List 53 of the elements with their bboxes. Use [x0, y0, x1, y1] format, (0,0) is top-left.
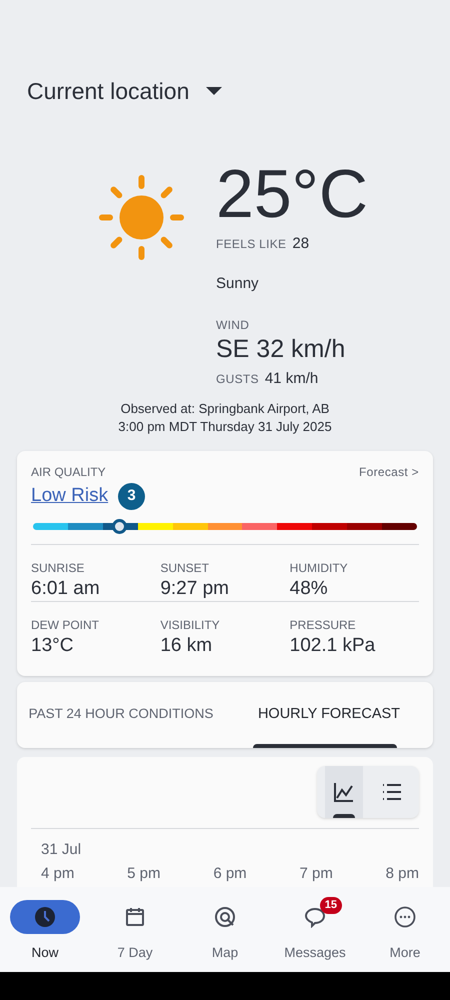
chart-view-button[interactable] [325, 766, 363, 818]
detail-value: 16 km [160, 634, 214, 658]
nav-label[interactable]: Map [212, 943, 238, 964]
wind-value: SE 32 km/h [216, 334, 346, 364]
hour-label: 6 pm [213, 864, 247, 884]
gusts-value: 41 km/h [264, 368, 318, 388]
chat-icon [304, 906, 326, 928]
observed-time: 3:00 pm MDT Thursday 31 July 2025 [118, 418, 332, 436]
temperature: 25°C [216, 156, 368, 230]
nav-label[interactable]: Messages [284, 943, 346, 964]
location-title[interactable]: Current location [27, 74, 190, 108]
nav-tab[interactable] [10, 900, 80, 934]
nav-label[interactable]: More [390, 943, 420, 964]
sun-icon [97, 172, 186, 262]
nav-tab[interactable]: 15 [280, 900, 350, 934]
forecast-link[interactable]: Forecast > [358, 463, 419, 481]
more-icon [394, 906, 416, 928]
nav-label[interactable]: 7 Day [117, 943, 153, 964]
hour-label: 5 pm [127, 864, 161, 884]
detail-label: DEW POINT [31, 616, 100, 634]
hourly-date: 31 Jul [41, 840, 82, 860]
gusts-label: GUSTS [216, 370, 259, 388]
selected-indicator [333, 814, 355, 818]
detail-value: 102.1 kPa [290, 634, 376, 658]
detail-label: VISIBILITY [160, 616, 221, 634]
observed-station: Observed at: Springbank Airport, AB [120, 400, 330, 418]
radar-icon [214, 906, 236, 928]
detail-label: HUMIDITY [290, 560, 349, 576]
detail-label: SUNSET [160, 560, 210, 576]
aqhi-badge: 3 [118, 482, 146, 510]
tab[interactable]: PAST 24 HOUR CONDITIONS [17, 682, 225, 748]
air-quality-label: AIR QUALITY [31, 464, 106, 481]
calendar-icon [124, 906, 146, 928]
caret-icon[interactable] [205, 86, 224, 96]
hour-label: 7 pm [299, 864, 333, 884]
nav-label[interactable]: Now [31, 943, 58, 964]
message-count-badge: 15 [320, 897, 342, 914]
clock-icon [34, 906, 56, 928]
feels-like-label: FEELS LIKE [216, 236, 286, 252]
detail-value: 48% [290, 576, 329, 600]
detail-value: 9:27 pm [160, 576, 230, 600]
hour-label: 8 pm [386, 864, 419, 884]
detail-label: PRESSURE [290, 616, 357, 634]
risk-link[interactable]: Low Risk [31, 482, 108, 510]
detail-label: SUNRISE [31, 560, 86, 576]
tab[interactable]: HOURLY FORECAST [225, 682, 433, 748]
wind-label: WIND [216, 316, 250, 334]
detail-value: 6:01 am [31, 576, 101, 600]
feels-like-value: 28 [292, 234, 310, 254]
condition-text: Sunny [216, 274, 260, 294]
line-chart-icon [333, 780, 355, 802]
detail-value: 13°C [31, 634, 74, 658]
hour-label: 4 pm [41, 864, 74, 884]
